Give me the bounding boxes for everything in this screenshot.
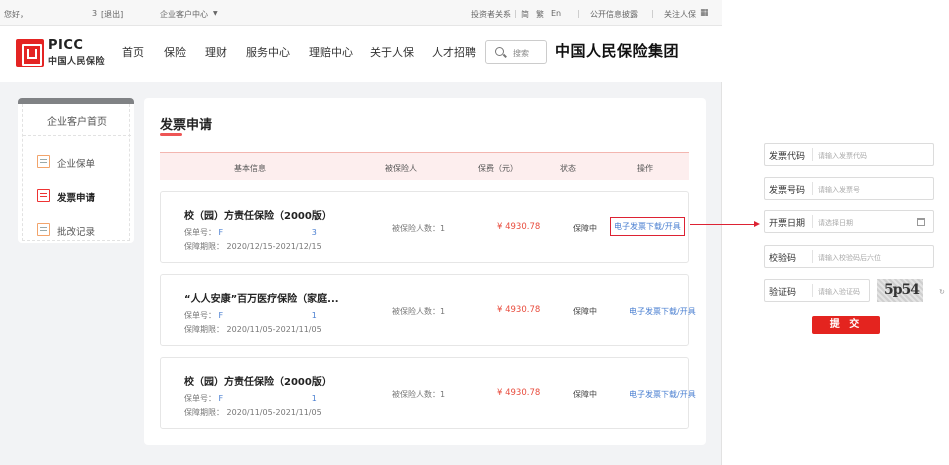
nav-home[interactable]: 首页 [122, 44, 144, 60]
nav-service-center[interactable]: 服务中心 [246, 44, 290, 60]
submit-button[interactable]: 提 交 [812, 316, 880, 334]
field-label: 发票号码 [769, 186, 806, 196]
coverage-period: 保障期限： 2020/12/15-2021/12/15 [184, 242, 322, 251]
field-placeholder: 请输入发票代码 [818, 152, 867, 160]
invoice-download-link[interactable]: 电子发票下载/开具 [629, 389, 696, 400]
sidebar: 企业客户首页 企业保单 发票申请 批改记录 [18, 98, 134, 243]
picc-logo-icon[interactable] [16, 39, 44, 67]
greeting-text: 您好， [4, 10, 28, 19]
field-placeholder: 请输入验证码 [818, 288, 860, 296]
nav-insurance[interactable]: 保险 [164, 44, 186, 60]
sidebar-item-label: 批改记录 [57, 227, 96, 238]
column-header: 操作 [637, 164, 653, 173]
lang-traditional[interactable]: 繁 [536, 9, 544, 20]
main-screen: 您好， 3 [退出] 企业客户中心 ▼ 投资者关系 | 简 繁 En | 公开信… [0, 0, 722, 465]
field-label: 校验码 [769, 254, 797, 264]
field-label: 开票日期 [769, 219, 806, 229]
group-name: 中国人民保险集团 [555, 42, 680, 60]
invoice-date-field[interactable]: 开票日期 请选择日期 [764, 210, 934, 233]
invoice-download-link[interactable]: 电子发票下载/开具 [629, 306, 696, 317]
column-header: 保费（元） [478, 164, 518, 173]
title-underline [160, 133, 182, 136]
field-placeholder: 请输入校验码后六位 [818, 254, 881, 262]
top-bar: 您好， 3 [退出] 企业客户中心 ▼ 投资者关系 | 简 繁 En | 公开信… [0, 0, 722, 26]
logo-text-en: PICC [48, 38, 84, 53]
policy-number: 保单号： F 1 [184, 311, 317, 320]
qrcode-icon[interactable]: ▦ [700, 8, 709, 18]
logo-text-cn: 中国人民保险 [48, 57, 106, 67]
invoice-icon [37, 189, 50, 202]
callout-arrow-line [690, 224, 756, 225]
coverage-period: 保障期限： 2020/11/05-2021/11/05 [184, 325, 322, 334]
nav-finance[interactable]: 理财 [205, 44, 227, 60]
record-icon [37, 223, 50, 236]
lang-simplified[interactable]: 简 [521, 9, 529, 20]
search-button[interactable]: 搜索 [485, 40, 547, 64]
search-icon [495, 47, 504, 56]
nav-about[interactable]: 关于人保 [370, 44, 414, 60]
sidebar-item-label: 企业保单 [57, 159, 96, 170]
premium-amount: ¥ 4930.78 [497, 388, 541, 398]
table-header: 基本信息 被保险人 保费（元） 状态 操作 [160, 152, 689, 180]
coverage-period: 保障期限： 2020/11/05-2021/11/05 [184, 408, 322, 417]
premium-amount: ¥ 4930.78 [497, 305, 541, 315]
sidebar-item-home[interactable]: 企业客户首页 [23, 110, 131, 136]
invoice-download-link[interactable]: 电子发票下载/开具 [610, 217, 685, 236]
product-name: “人人安康”百万医疗保险（家庭... [184, 294, 339, 305]
captcha-text: 5p54 [884, 282, 920, 298]
captcha-image[interactable]: 5p54 [877, 279, 923, 302]
callout-arrow-icon [754, 221, 760, 227]
header: PICC 中国人民保险 首页 保险 理财 服务中心 理赔中心 关于人保 人才招聘… [0, 26, 722, 82]
calendar-icon[interactable] [917, 218, 925, 226]
insured-count: 被保险人数：1 [392, 307, 446, 316]
field-placeholder: 请输入发票号 [818, 186, 860, 194]
invoice-panel: 发票申请 基本信息 被保险人 保费（元） 状态 操作 校（园）方责任保险（200… [144, 98, 706, 445]
column-header: 被保险人 [385, 164, 417, 173]
status-badge: 保障中 [573, 307, 597, 316]
table-row: 校（园）方责任保险（2000版） 保单号： F 1 保障期限： 2020/11/… [160, 357, 696, 429]
captcha-field[interactable]: 验证码 请输入验证码 [764, 279, 870, 302]
status-badge: 保障中 [573, 390, 597, 399]
policy-icon [37, 155, 50, 168]
policy-number: 保单号： F 1 [184, 394, 317, 403]
product-name: 校（园）方责任保险（2000版） [184, 377, 332, 388]
field-placeholder: 请选择日期 [818, 219, 853, 227]
chevron-down-icon[interactable]: ▼ [213, 10, 218, 17]
check-code-field[interactable]: 校验码 请输入校验码后六位 [764, 245, 934, 268]
column-header: 状态 [560, 164, 576, 173]
public-info-link[interactable]: 公开信息披露 [590, 9, 638, 20]
table-row: “人人安康”百万医疗保险（家庭... 保单号： F 1 保障期限： 2020/1… [160, 274, 696, 346]
premium-amount: ¥ 4930.78 [497, 222, 541, 232]
investor-relations-link[interactable]: 投资者关系 [471, 9, 511, 20]
enterprise-center-menu[interactable]: 企业客户中心 [160, 9, 208, 20]
product-name: 校（园）方责任保险（2000版） [184, 211, 332, 222]
nav-claims-center[interactable]: 理赔中心 [309, 44, 353, 60]
refresh-icon[interactable]: ↻ [939, 288, 945, 296]
search-label: 搜索 [513, 49, 529, 58]
logout-link[interactable]: [退出] [101, 9, 123, 20]
field-label: 验证码 [769, 288, 797, 298]
insured-count: 被保险人数：1 [392, 390, 446, 399]
follow-link[interactable]: 关注人保 [664, 9, 696, 20]
table-row: 校（园）方责任保险（2000版） 保单号： F 3 保障期限： 2020/12/… [160, 191, 689, 263]
user-name: 3 [92, 9, 98, 18]
status-badge: 保障中 [573, 224, 597, 233]
nav-careers[interactable]: 人才招聘 [432, 44, 476, 60]
field-label: 发票代码 [769, 152, 806, 162]
column-header: 基本信息 [234, 164, 266, 173]
invoice-number-field[interactable]: 发票号码 请输入发票号 [764, 177, 934, 200]
insured-count: 被保险人数：1 [392, 224, 446, 233]
invoice-code-field[interactable]: 发票代码 请输入发票代码 [764, 143, 934, 166]
lang-english[interactable]: En [551, 9, 561, 18]
page-title: 发票申请 [160, 118, 213, 133]
policy-number: 保单号： F 3 [184, 228, 317, 237]
sidebar-item-label: 发票申请 [57, 193, 96, 204]
